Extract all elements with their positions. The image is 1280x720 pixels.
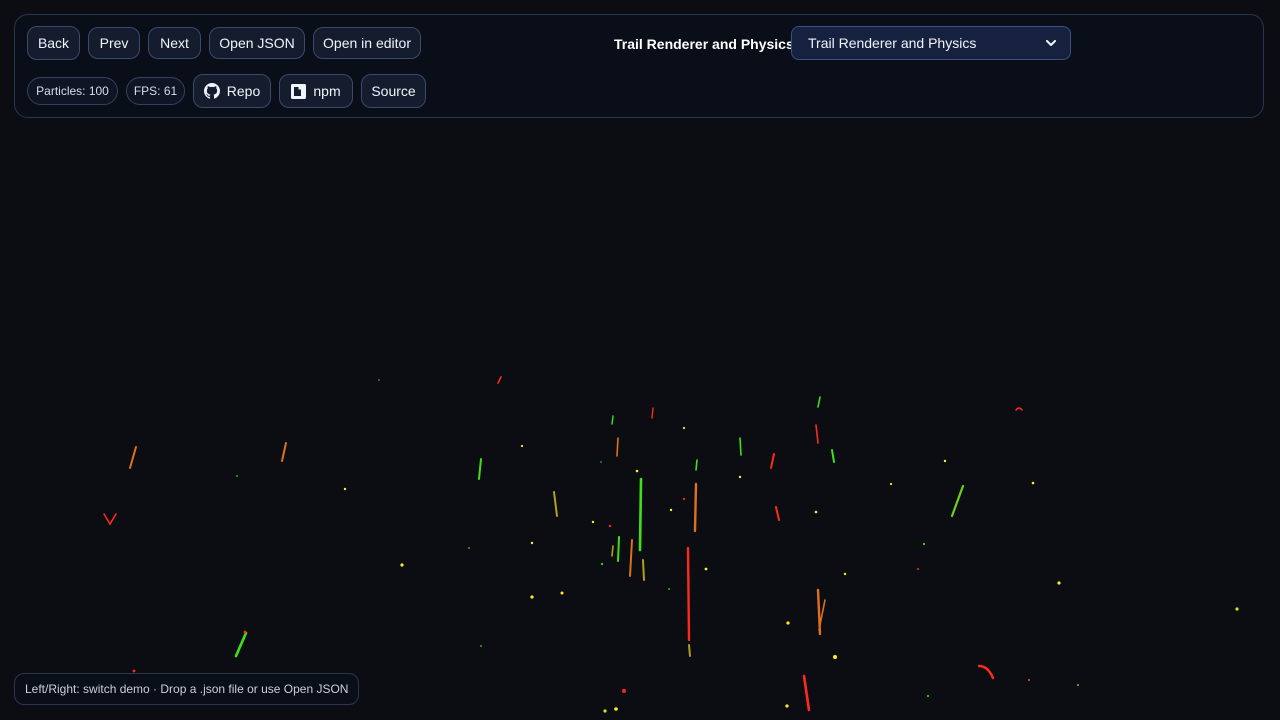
keyboard-hint: Left/Right: switch demo · Drop a .json f… <box>14 673 360 705</box>
particles-count-badge: Particles: 100 <box>27 77 118 105</box>
fps-text: FPS: 61 <box>133 84 178 98</box>
next-button-label: Next <box>160 35 189 51</box>
particles-count-text: Particles: 100 <box>36 84 109 98</box>
particle-dots <box>132 379 1239 713</box>
particle-canvas[interactable] <box>0 120 1280 720</box>
prev-button-label: Prev <box>99 35 129 51</box>
demo-stage: Back Prev Next Open JSON Open in editor … <box>0 0 1280 720</box>
fps-badge: FPS: 61 <box>126 77 185 105</box>
open-in-editor-button[interactable]: Open in editor <box>313 27 421 59</box>
npm-icon <box>291 83 307 99</box>
demo-select[interactable]: Trail Renderer and Physics <box>791 26 1071 60</box>
repo-link-label: Repo <box>226 83 261 99</box>
chevron-down-icon <box>1046 39 1056 46</box>
back-button[interactable]: Back <box>27 26 80 60</box>
repo-link-button[interactable]: Repo <box>193 74 271 108</box>
github-icon <box>203 83 220 99</box>
particle-trails <box>103 376 1023 712</box>
source-link-button[interactable]: Source <box>361 74 426 108</box>
demo-select-value: Trail Renderer and Physics <box>808 35 977 51</box>
open-json-button[interactable]: Open JSON <box>209 27 305 59</box>
back-button-label: Back <box>37 35 70 51</box>
npm-link-label: npm <box>313 83 341 99</box>
open-in-editor-button-label: Open in editor <box>323 35 411 51</box>
demo-title: Trail Renderer and Physics <box>614 36 794 52</box>
prev-button[interactable]: Prev <box>88 27 140 59</box>
open-json-button-label: Open JSON <box>219 35 295 51</box>
keyboard-hint-text: Left/Right: switch demo · Drop a .json f… <box>25 682 349 696</box>
next-button[interactable]: Next <box>148 27 201 59</box>
npm-link-button[interactable]: npm <box>279 74 353 108</box>
source-link-label: Source <box>371 83 416 99</box>
